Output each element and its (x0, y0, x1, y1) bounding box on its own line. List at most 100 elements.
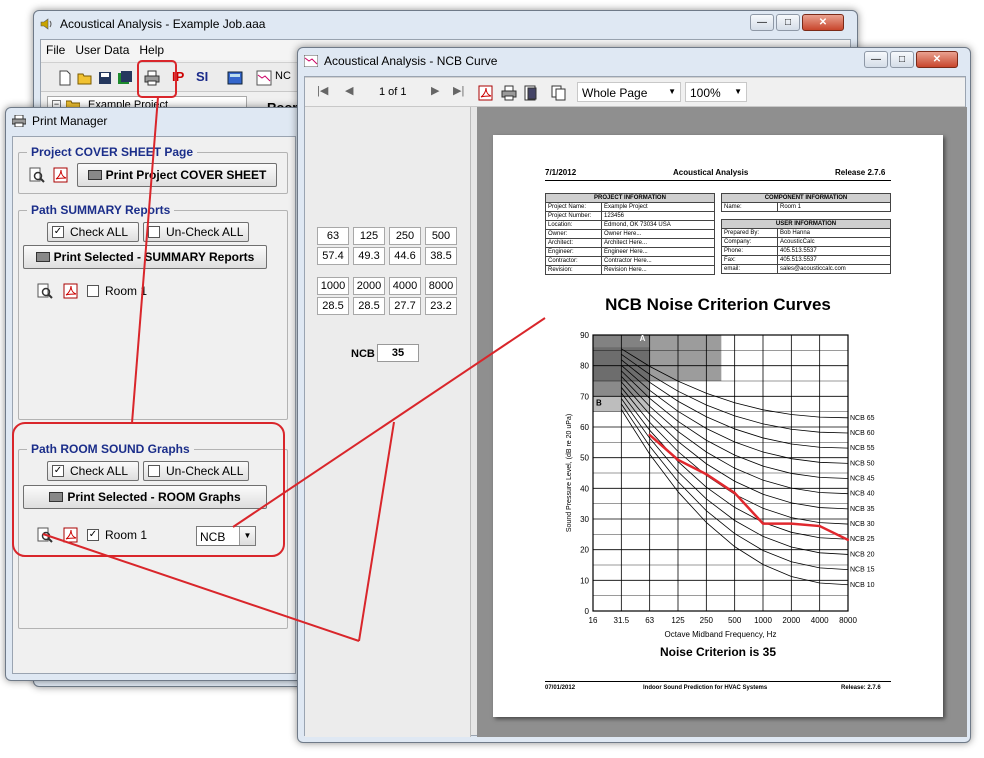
calculator-icon[interactable] (227, 70, 243, 86)
print-cover-sheet-button[interactable]: Print Project COVER SHEET (77, 163, 277, 187)
measured-data-point (790, 522, 793, 525)
menu-user-data[interactable]: User Data (70, 40, 134, 57)
zoom-mode-select[interactable]: Whole Page ▼ (577, 82, 681, 102)
menu-help[interactable]: Help (134, 40, 169, 57)
first-page-icon[interactable]: |◀ (317, 84, 328, 97)
printer-icon (12, 115, 26, 127)
room-sound-group: Path ROOM SOUND Graphs ✓ Check ALL Un-Che… (18, 442, 288, 629)
print-icon[interactable] (144, 70, 160, 86)
ncb-curve-label: NCB 50 (850, 460, 875, 467)
graph-type-value: NCB (200, 530, 226, 544)
y-tick-label: 0 (585, 607, 590, 616)
main-title-bar[interactable]: Acoustical Analysis - Example Job.aaa (34, 11, 857, 39)
graph-type-select[interactable]: NCB ▼ (196, 526, 256, 546)
room-uncheck-all-button[interactable]: Un-Check ALL (143, 461, 249, 481)
info-value-cell: Edmond, OK 73034 USA (601, 220, 715, 230)
ncb-curve-label: NCB 60 (850, 430, 875, 437)
preview-magnifier-icon[interactable] (37, 283, 53, 299)
last-page-icon[interactable]: ▶| (453, 84, 464, 97)
ncb-result-label: NCB (351, 348, 375, 360)
maximize-button[interactable]: □ (776, 14, 800, 31)
info-value-cell: 405.513.5537 (777, 255, 891, 265)
info-table-header: PROJECT INFORMATION (545, 193, 715, 203)
print-manager-title-bar[interactable]: Print Manager (6, 108, 302, 136)
summary-check-all-checkbox[interactable]: ✓ (52, 226, 64, 238)
band-grid: 63 57.4 125 49.3 250 44.6 500 38.5 1000 28.5 2000 2… (317, 227, 467, 347)
y-tick-label: 90 (580, 331, 589, 340)
next-page-icon[interactable]: ▶ (431, 84, 439, 97)
minimize-button[interactable]: — (750, 14, 774, 31)
zoom-percent-select[interactable]: 100% ▼ (685, 82, 747, 102)
info-label-cell: Phone: (721, 246, 778, 256)
summary-uncheck-all-checkbox[interactable] (148, 226, 160, 238)
maximize-button[interactable]: □ (890, 51, 914, 68)
summary-room-checkbox[interactable] (87, 285, 99, 297)
pdf-export-icon[interactable] (478, 85, 494, 101)
x-tick-label: 500 (728, 616, 742, 625)
print-summary-button[interactable]: Print Selected - SUMMARY Reports (23, 245, 267, 269)
report-bottom-rule (545, 681, 891, 682)
menu-file[interactable]: File (41, 40, 70, 57)
room-check-all-button[interactable]: ✓ Check ALL (47, 461, 139, 481)
band-level-cell: 28.5 (317, 297, 349, 315)
nc-toolbar-label[interactable]: NC (275, 70, 291, 82)
si-units-button[interactable]: SI (196, 69, 208, 84)
info-value-cell: Engineer Here... (601, 247, 715, 257)
preview-magnifier-icon[interactable] (37, 527, 53, 543)
ncb-curve-label: NCB 15 (850, 567, 875, 574)
info-table-header: USER INFORMATION (721, 219, 891, 229)
ncb-curve-label: NCB 35 (850, 506, 875, 513)
save-icon[interactable] (97, 70, 113, 86)
info-label-cell: Revision: (545, 265, 602, 275)
pdf-icon[interactable] (63, 527, 79, 543)
room-uncheck-all-checkbox[interactable] (148, 465, 160, 477)
main-title: Acoustical Analysis - Example Job.aaa (60, 17, 266, 31)
summary-check-all-button[interactable]: ✓ Check ALL (47, 222, 139, 242)
band-level-cell: 23.2 (425, 297, 457, 315)
close-button[interactable]: ✕ (802, 14, 844, 31)
measured-data-point (705, 473, 708, 476)
new-file-icon[interactable] (57, 70, 73, 86)
ncb-curve-label: NCB 30 (850, 521, 875, 528)
prev-page-icon[interactable]: ◀ (345, 84, 353, 97)
close-button[interactable]: ✕ (916, 51, 958, 68)
print-icon[interactable] (501, 85, 517, 101)
nc-chart-icon[interactable] (256, 70, 272, 86)
save-all-icon[interactable] (117, 70, 133, 86)
band-frequency-cell: 2000 (353, 277, 385, 295)
open-folder-icon[interactable] (77, 70, 93, 86)
pdf-icon[interactable] (53, 167, 69, 183)
measured-data-point (761, 522, 765, 525)
summary-reports-title: Path SUMMARY Reports (27, 203, 175, 217)
y-tick-label: 60 (580, 423, 589, 432)
preview-area[interactable]: 7/1/2012 Acoustical Analysis Release 2.7… (477, 107, 967, 737)
region-label: A (640, 334, 646, 343)
room-graph-checkbox[interactable]: ✓ (87, 529, 99, 541)
chevron-down-icon[interactable]: ▼ (668, 87, 676, 96)
zoom-mode-value: Whole Page (582, 86, 648, 100)
ncb-chart: NCB 65 NCB 60 NCB 55 NCB 50 NCB 45 NCB 40 NCB … (566, 331, 875, 639)
summary-uncheck-all-button[interactable]: Un-Check ALL (143, 222, 249, 242)
page-setup-icon[interactable] (523, 85, 539, 101)
chevron-down-icon[interactable]: ▼ (239, 527, 255, 545)
y-tick-label: 30 (580, 515, 589, 524)
x-tick-label: 16 (589, 616, 598, 625)
band-frequency-cell: 8000 (425, 277, 457, 295)
room-sound-title: Path ROOM SOUND Graphs (27, 442, 194, 456)
print-room-graphs-label: Print Selected - ROOM Graphs (67, 490, 241, 504)
info-label-cell: Company: (721, 237, 778, 247)
pdf-icon[interactable] (63, 283, 79, 299)
ip-units-button[interactable]: IP (172, 69, 184, 84)
chevron-down-icon[interactable]: ▼ (734, 87, 742, 96)
info-label-cell: Owner: (545, 229, 602, 239)
band-level-cell: 49.3 (353, 247, 385, 265)
preview-magnifier-icon[interactable] (29, 167, 45, 183)
room-check-all-checkbox[interactable]: ✓ (52, 465, 64, 477)
printer-small-icon (87, 170, 102, 180)
copy-icon[interactable] (551, 85, 567, 101)
minimize-button[interactable]: — (864, 51, 888, 68)
info-value-cell: Owner Here... (601, 229, 715, 239)
print-room-graphs-button[interactable]: Print Selected - ROOM Graphs (23, 485, 267, 509)
x-tick-label: 31.5 (614, 616, 630, 625)
report-date: 7/1/2012 (545, 168, 577, 177)
